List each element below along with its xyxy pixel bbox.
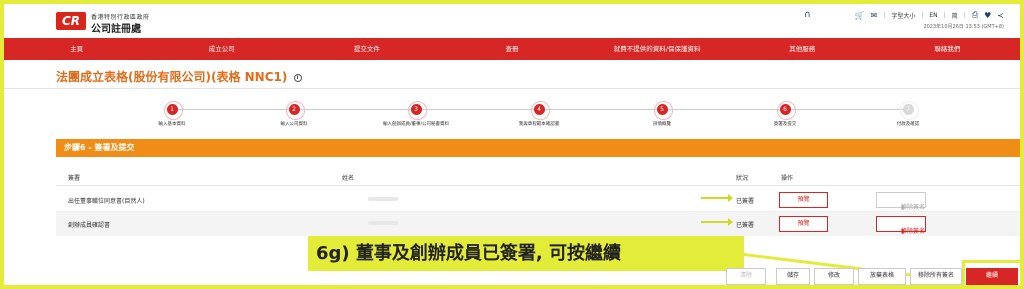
redacted-name [368,220,398,227]
step-number: 2 [285,101,305,120]
modify-button[interactable]: 修改 [814,268,854,285]
table-row: 出任董事職位同意書(目然人) 已簽署 預覽 ▮ 移除簽名 [56,188,1020,212]
instruction-callout: 6g) 董事及創辦成員已簽署, 可按繼續 [308,236,744,271]
step-number: 7 [899,101,919,120]
share-icon[interactable]: ≺ [997,11,1004,20]
row-status: 已簽署 [736,222,755,229]
nav-item-home[interactable]: 主頁 [4,38,149,60]
nav-item-incorporate[interactable]: 成立公司 [149,38,294,60]
row-role: 創辦成員確認書 [68,222,111,229]
lang-en-link[interactable]: EN [929,12,937,19]
preview-button[interactable]: 預覽 [779,216,828,232]
step-number: 6 [776,101,796,120]
remove-all-signatures-button[interactable]: 移除所有簽名 [910,268,962,285]
form-actions: 清除 儲存 修改 放棄表格 移除所有簽名 繼續 [4,268,1020,285]
preview-button[interactable]: 預覽 [779,192,828,208]
step-6: 6 簽署及提交 [740,100,830,127]
logo-title: 公司註冊處 [91,24,141,35]
next-button-highlight [962,260,1020,285]
main-nav: 主頁 成立公司 提交文件 查冊 就費不提供的資料/保保護資料 其他服務 聯絡我們 [4,38,1020,60]
divider: | [963,11,966,19]
cr-logo[interactable]: CR [56,12,86,30]
step-label: 輸入基本資料 [158,122,186,127]
table-row: 創辦成員確認書 已簽署 預覽 ▮ 移除簽名 [56,212,1020,236]
divider: | [943,11,946,19]
nav-item-search[interactable]: 查冊 [439,38,584,60]
header-tools: 🛒 ✉ | 字型大小 | EN | 简 | ⎙ ♥ ≺ [855,10,1004,20]
row-status: 已簽署 [736,198,755,205]
clear-button[interactable]: 清除 [726,268,766,285]
top-header: CR 香港特別行政區政府 公司註冊處 ∩ 🛒 ✉ | 字型大小 | EN | 简… [4,4,1020,38]
remove-signature-label: 移除簽名 [901,228,926,235]
col-header-status: 狀況 [736,175,749,182]
step-3: 3 輸入創辦成員/董事/公司秘書資料 [371,100,461,127]
step-label: 簽署及提交 [773,122,797,127]
arrow-annotation [701,218,733,226]
page-title-text: 法團成立表格(股份有限公司)(表格 NNC1) [56,70,288,84]
save-button[interactable]: 儲存 [776,268,810,285]
divider: | [883,11,886,19]
step-2: 2 輸入公司資料 [249,100,339,127]
remove-signature-button[interactable]: ▮ 移除簽名 [876,192,926,211]
lang-sc-link[interactable]: 简 [952,11,958,20]
row-role: 出任董事職位同意書(目然人) [68,198,145,205]
step-label: 我與章程範本確認書 [518,122,560,127]
progress-stepper: 1 輸入基本資料 2 輸入公司資料 3 輸入創辦成員/董事/公司秘書資料 4 我… [4,100,1020,136]
cart-icon[interactable]: 🛒 [855,11,865,20]
print-icon[interactable]: ⎙ [972,10,978,20]
font-size-link[interactable]: 字型大小 [891,11,915,20]
remove-signature-button[interactable]: ▮ 移除簽名 [876,216,926,235]
col-header-name: 姓名 [342,175,355,182]
arrow-annotation [701,194,733,202]
step-5: 5 詳情概覽 [617,100,707,127]
title-divider [4,88,1020,89]
nav-item-submit-docs[interactable]: 提交文件 [294,38,439,60]
nav-item-contact[interactable]: 聯絡我們 [875,38,1020,60]
nav-item-protected-info[interactable]: 就費不提供的資料/保保護資料 [585,38,730,60]
step-label: 輸入創辦成員/董事/公司秘書資料 [382,122,450,127]
accessibility-icon[interactable]: ∩ [804,10,811,20]
step-number: 1 [163,101,183,120]
datetime: 2023年10月26日 13:53 (GMT+8) [923,24,1004,30]
info-icon[interactable]: i [293,73,302,82]
step-label: 輸入公司資料 [280,122,308,127]
step-1: 1 輸入基本資料 [127,100,217,127]
step-number: 3 [407,101,427,120]
step-number: 5 [653,101,673,120]
divider: | [921,11,924,19]
redacted-name [368,196,398,203]
table-header: 簽署 姓名 狀況 操作 [56,168,1020,186]
step-4: 4 我與章程範本確認書 [494,100,584,127]
abandon-form-button[interactable]: 放棄表格 [858,268,906,285]
heart-icon[interactable]: ♥ [984,11,991,20]
section-header: 步驟6 - 簽署及提交 [56,139,1020,157]
step-number: 4 [530,101,550,120]
step-7: 7 付款及確認 [863,100,953,127]
nav-item-other-services[interactable]: 其他服務 [730,38,875,60]
mail-icon[interactable]: ✉ [871,11,878,20]
screenshot-frame: CR 香港特別行政區政府 公司註冊處 ∩ 🛒 ✉ | 字型大小 | EN | 简… [0,0,1024,289]
page-title: 法團成立表格(股份有限公司)(表格 NNC1) i [56,68,302,85]
col-header-sign: 簽署 [68,175,81,182]
step-label: 詳情概覽 [653,122,671,127]
step-label: 付款及確認 [896,122,920,127]
col-header-action: 操作 [781,175,794,182]
